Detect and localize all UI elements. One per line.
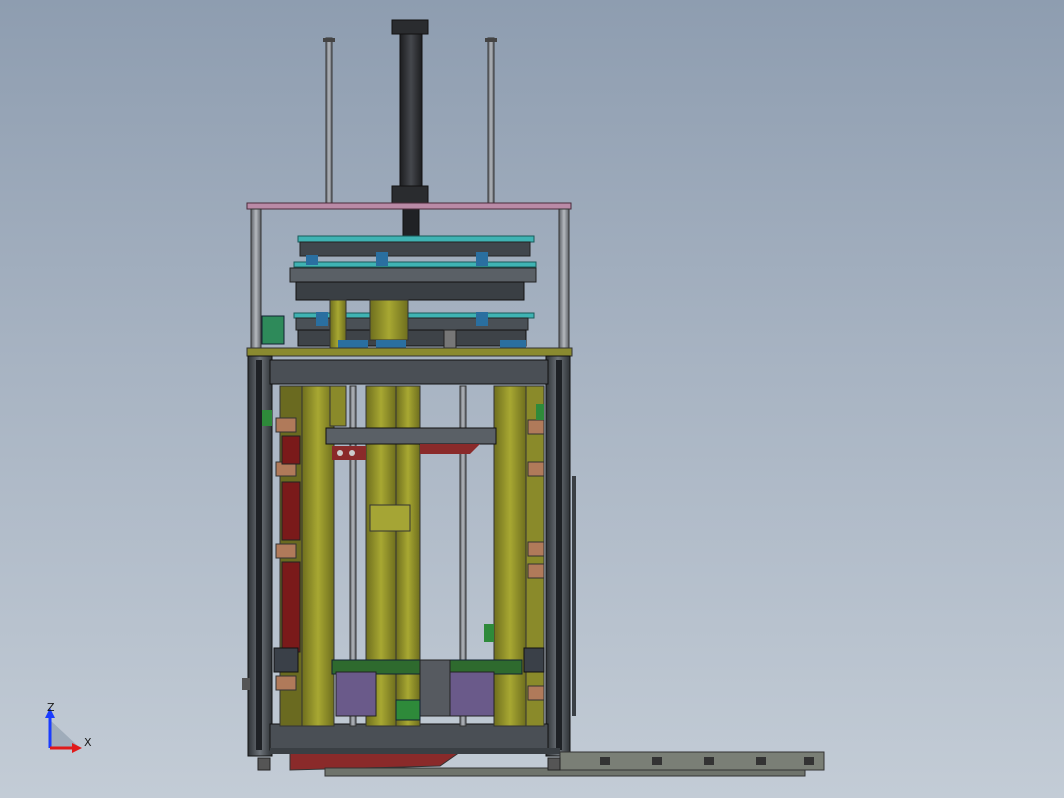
- upper-base-plate: [246, 347, 573, 357]
- machine-drawing: Z X: [45, 19, 825, 777]
- x-axis-arrow: [72, 743, 82, 753]
- z-axis-label: Z: [47, 701, 55, 714]
- cad-viewport[interactable]: Z X: [0, 0, 1064, 798]
- coordinate-triad: Z X: [45, 701, 92, 753]
- press-mechanism: [261, 235, 537, 353]
- x-axis-label: X: [84, 736, 92, 749]
- base-conveyor: [257, 748, 825, 777]
